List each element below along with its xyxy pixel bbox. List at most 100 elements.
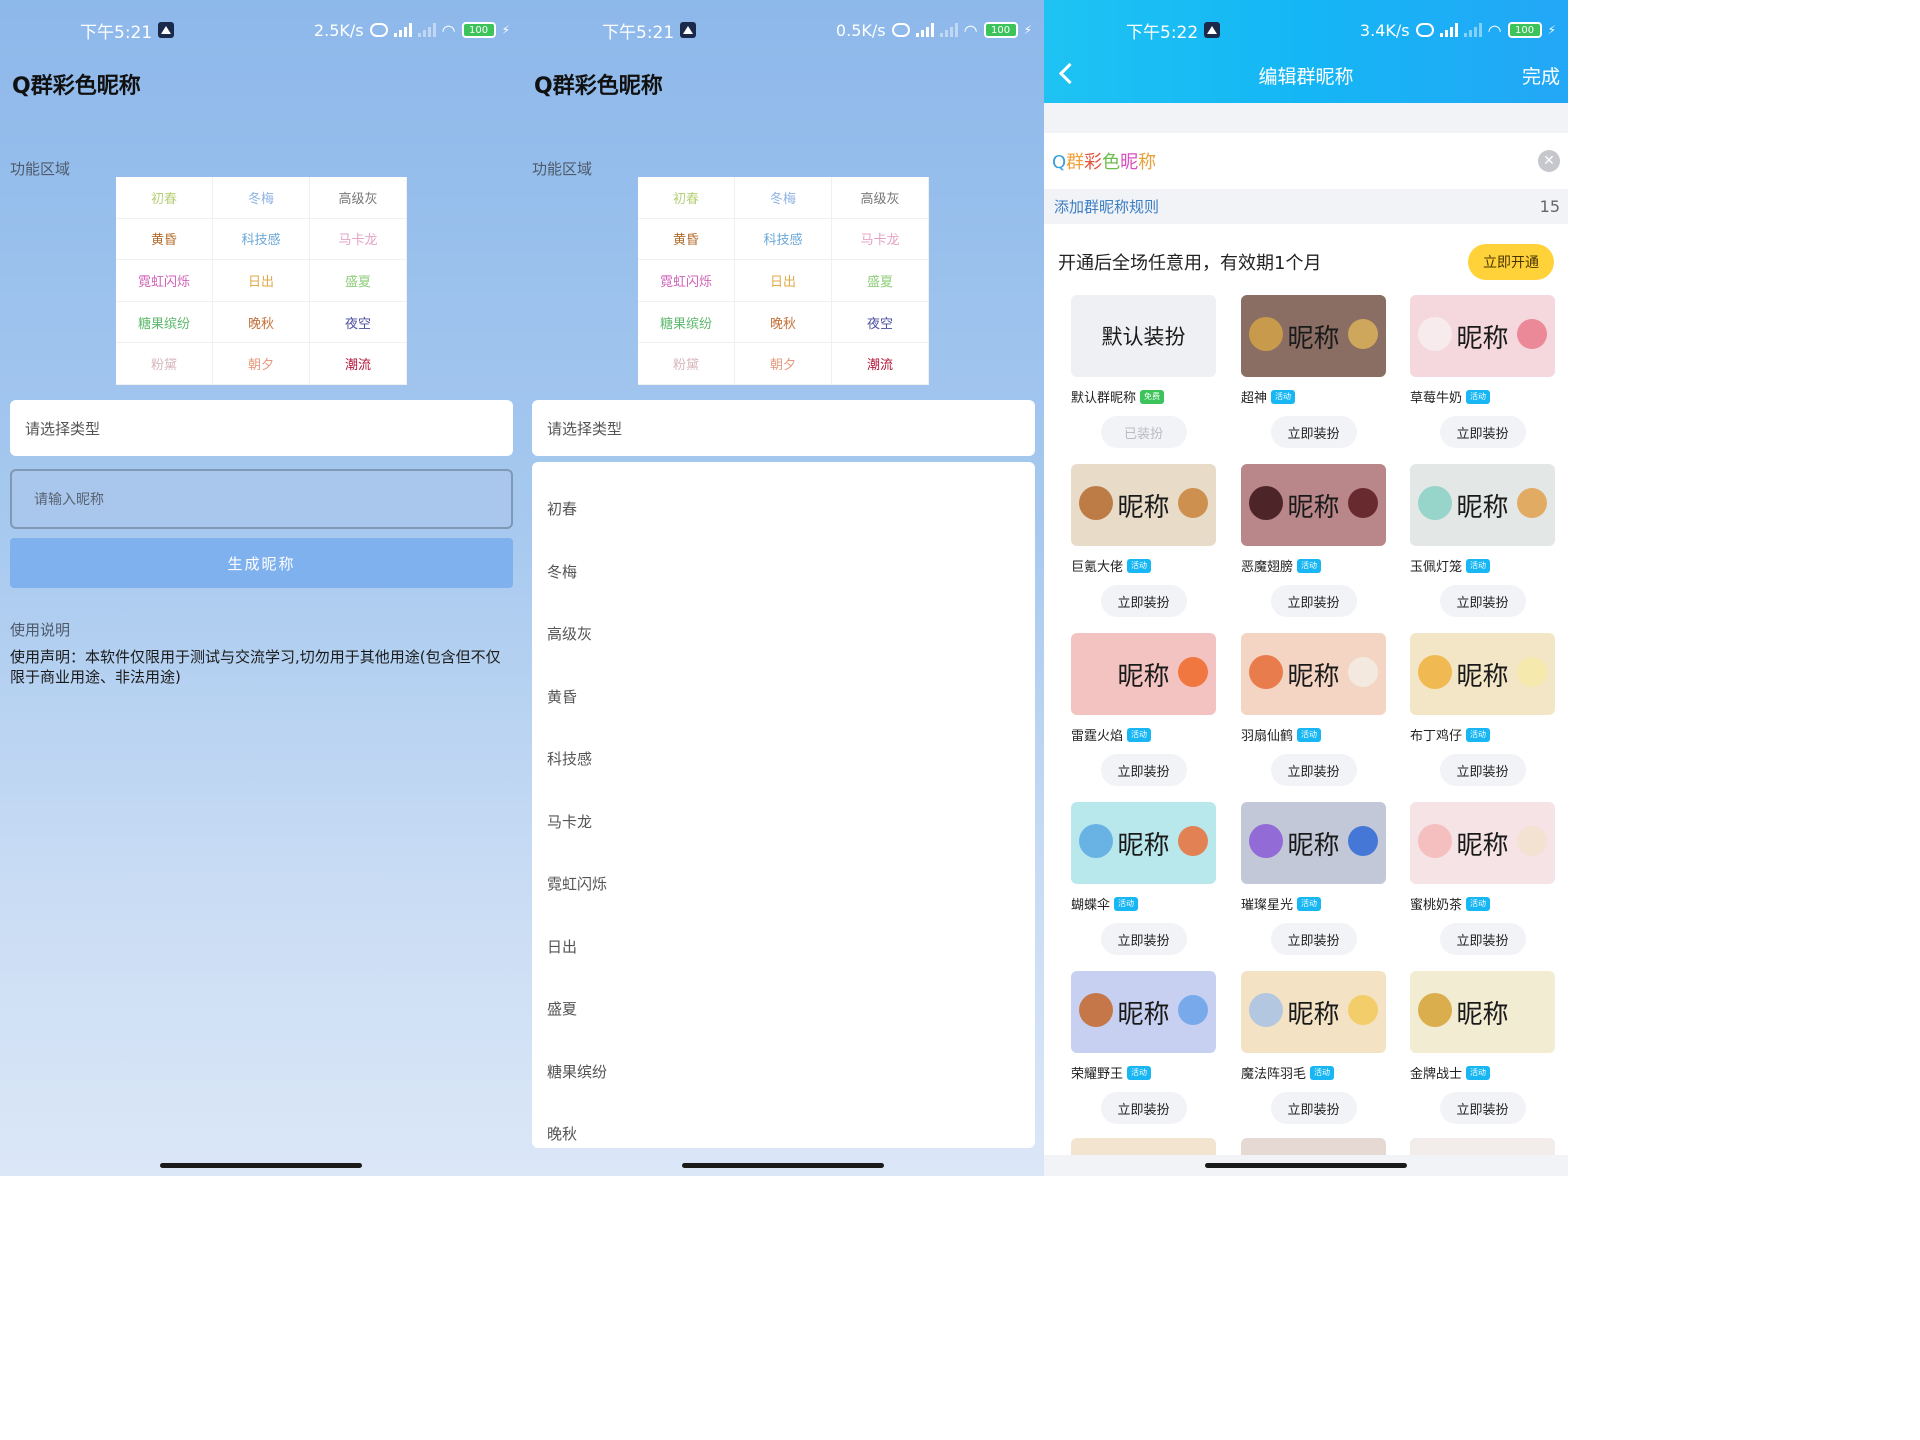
wear-button[interactable]: 立即装扮: [1439, 585, 1526, 617]
style-option[interactable]: 日出: [213, 260, 310, 302]
decoration-name: 布丁鸡仔: [1410, 729, 1463, 744]
style-option[interactable]: 马卡龙: [832, 218, 929, 261]
style-option[interactable]: 科技感: [213, 218, 310, 261]
decoration-preview[interactable]: 昵称: [1071, 971, 1216, 1053]
decoration-preview-partial[interactable]: [1241, 1138, 1386, 1155]
decoration-left-icon: [1418, 317, 1452, 351]
style-option[interactable]: 盛夏: [832, 260, 929, 302]
done-button[interactable]: 完成: [1522, 62, 1560, 89]
decoration-right-icon: [1348, 319, 1378, 349]
wear-button[interactable]: 立即装扮: [1270, 585, 1357, 617]
style-option[interactable]: 夜空: [832, 301, 929, 344]
wear-button[interactable]: 立即装扮: [1439, 923, 1526, 955]
decoration-preview[interactable]: 昵称: [1241, 295, 1386, 377]
clear-icon[interactable]: ✕: [1538, 150, 1560, 172]
dropdown-option[interactable]: 冬梅: [547, 561, 577, 582]
generate-button[interactable]: 生成昵称: [10, 538, 513, 588]
app-notification-icon: [680, 22, 697, 38]
decoration-preview[interactable]: 昵称: [1071, 633, 1216, 715]
decoration-preview[interactable]: 昵称: [1071, 464, 1216, 546]
add-rule-link[interactable]: 添加群昵称规则: [1054, 196, 1159, 217]
decoration-preview[interactable]: 昵称: [1241, 802, 1386, 884]
style-option[interactable]: 潮流: [310, 343, 407, 385]
signal-2-icon: [939, 23, 958, 37]
decoration-preview[interactable]: 昵称: [1410, 971, 1555, 1053]
decoration-left-icon: [1079, 486, 1113, 520]
wear-button[interactable]: 立即装扮: [1270, 416, 1357, 448]
wear-button[interactable]: 立即装扮: [1439, 416, 1526, 448]
decoration-preview[interactable]: 默认装扮: [1071, 295, 1216, 377]
dropdown-option[interactable]: 盛夏: [547, 998, 577, 1019]
worn-button[interactable]: 已装扮: [1100, 416, 1187, 448]
preview-text: 昵称: [1287, 492, 1340, 523]
style-option[interactable]: 潮流: [832, 343, 929, 385]
style-option[interactable]: 黄昏: [116, 218, 213, 261]
decoration-preview[interactable]: 昵称: [1241, 971, 1386, 1053]
decoration-preview[interactable]: 昵称: [1410, 802, 1555, 884]
decoration-preview[interactable]: 昵称: [1410, 633, 1555, 715]
style-option[interactable]: 高级灰: [832, 177, 929, 219]
wear-button[interactable]: 立即装扮: [1270, 754, 1357, 786]
wifi-icon: ◠: [1487, 20, 1502, 40]
style-option[interactable]: 朝夕: [735, 343, 832, 385]
dropdown-option[interactable]: 马卡龙: [547, 811, 592, 832]
style-option[interactable]: 黄昏: [638, 218, 735, 261]
type-select[interactable]: 请选择类型: [10, 400, 513, 456]
dropdown-option[interactable]: 高级灰: [547, 623, 592, 644]
home-indicator[interactable]: [682, 1163, 884, 1168]
style-option[interactable]: 科技感: [735, 218, 832, 261]
dropdown-option[interactable]: 糖果缤纷: [547, 1061, 607, 1082]
style-option[interactable]: 日出: [735, 260, 832, 302]
wear-button[interactable]: 立即装扮: [1439, 1092, 1526, 1124]
decoration-preview[interactable]: 昵称: [1410, 464, 1555, 546]
style-option[interactable]: 霓虹闪烁: [638, 260, 735, 302]
decoration-item: 昵称 金牌战士 活动 立即装扮: [1410, 971, 1555, 1124]
style-option[interactable]: 冬梅: [735, 177, 832, 219]
status-bar: 下午5:22 3.4K/s ◠ 100 ⚡: [1044, 0, 1568, 60]
decoration-preview-partial[interactable]: [1410, 1138, 1555, 1155]
wear-button[interactable]: 立即装扮: [1100, 754, 1187, 786]
style-option[interactable]: 初春: [116, 177, 213, 219]
nickname-input[interactable]: 请输入昵称: [10, 469, 513, 529]
style-option[interactable]: 晚秋: [735, 301, 832, 344]
style-option[interactable]: 初春: [638, 177, 735, 219]
decoration-tag-badge: 活动: [1466, 896, 1491, 911]
style-option[interactable]: 马卡龙: [310, 218, 407, 261]
decoration-preview[interactable]: 昵称: [1241, 464, 1386, 546]
nickname-field[interactable]: Q群彩色昵称 ✕: [1044, 133, 1568, 189]
preview-text: 昵称: [1117, 661, 1170, 692]
dropdown-option[interactable]: 科技感: [547, 748, 592, 769]
decoration-preview[interactable]: 昵称: [1241, 633, 1386, 715]
wear-button[interactable]: 立即装扮: [1270, 923, 1357, 955]
home-indicator[interactable]: [160, 1163, 362, 1168]
decoration-preview[interactable]: 昵称: [1410, 295, 1555, 377]
decoration-preview-partial[interactable]: [1071, 1138, 1216, 1155]
style-option[interactable]: 朝夕: [213, 343, 310, 385]
type-select[interactable]: 请选择类型: [532, 400, 1035, 456]
style-option[interactable]: 盛夏: [310, 260, 407, 302]
wear-button[interactable]: 立即装扮: [1100, 585, 1187, 617]
style-option[interactable]: 糖果缤纷: [638, 301, 735, 344]
style-option[interactable]: 粉黛: [638, 343, 735, 385]
home-indicator[interactable]: [1205, 1163, 1407, 1168]
dropdown-option[interactable]: 霓虹闪烁: [547, 873, 607, 894]
dropdown-option[interactable]: 晚秋: [547, 1123, 577, 1144]
wear-button[interactable]: 立即装扮: [1270, 1092, 1357, 1124]
style-option[interactable]: 冬梅: [213, 177, 310, 219]
dropdown-option[interactable]: 初春: [547, 498, 577, 519]
wear-button[interactable]: 立即装扮: [1100, 1092, 1187, 1124]
decoration-right-icon: [1517, 826, 1547, 856]
style-option[interactable]: 高级灰: [310, 177, 407, 219]
style-option[interactable]: 晚秋: [213, 301, 310, 344]
dropdown-option[interactable]: 黄昏: [547, 686, 577, 707]
wear-button[interactable]: 立即装扮: [1100, 923, 1187, 955]
app-notification-icon: [1204, 22, 1221, 38]
style-option[interactable]: 粉黛: [116, 343, 213, 385]
style-option[interactable]: 霓虹闪烁: [116, 260, 213, 302]
style-option[interactable]: 夜空: [310, 301, 407, 344]
wear-button[interactable]: 立即装扮: [1439, 754, 1526, 786]
style-option[interactable]: 糖果缤纷: [116, 301, 213, 344]
open-membership-button[interactable]: 立即开通: [1468, 244, 1554, 280]
dropdown-option[interactable]: 日出: [547, 936, 577, 957]
decoration-preview[interactable]: 昵称: [1071, 802, 1216, 884]
